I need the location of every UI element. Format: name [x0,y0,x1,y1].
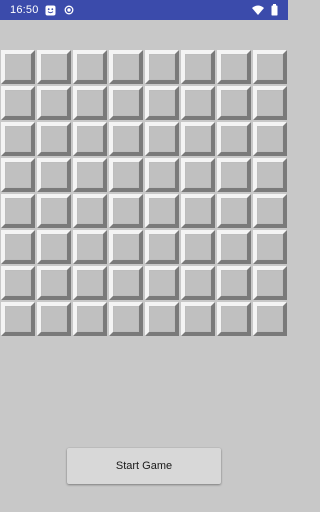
board-cell-r6-c3[interactable] [73,230,107,264]
board-cell-r2-c7[interactable] [217,86,251,120]
board-cell-r5-c7[interactable] [217,194,251,228]
board-cell-r8-c2[interactable] [37,302,71,336]
board-cell-r1-c4[interactable] [109,50,143,84]
board-cell-r3-c7[interactable] [217,122,251,156]
board-cell-r4-c8[interactable] [253,158,287,192]
board-cell-r7-c8[interactable] [253,266,287,300]
board-cell-r7-c3[interactable] [73,266,107,300]
board-cell-r5-c1[interactable] [1,194,35,228]
board-cell-r4-c1[interactable] [1,158,35,192]
board-cell-r2-c5[interactable] [145,86,179,120]
board-cell-r3-c8[interactable] [253,122,287,156]
board-cell-r1-c8[interactable] [253,50,287,84]
board-cell-r6-c8[interactable] [253,230,287,264]
board-cell-r7-c6[interactable] [181,266,215,300]
board-cell-r2-c3[interactable] [73,86,107,120]
board-cell-r4-c4[interactable] [109,158,143,192]
board-cell-r8-c1[interactable] [1,302,35,336]
board-cell-r7-c4[interactable] [109,266,143,300]
board-cell-r1-c6[interactable] [181,50,215,84]
board-cell-r4-c7[interactable] [217,158,251,192]
board-cell-r8-c4[interactable] [109,302,143,336]
board-cell-r1-c2[interactable] [37,50,71,84]
board-cell-r1-c7[interactable] [217,50,251,84]
record-dot-icon [63,4,75,16]
status-time: 16:50 [10,4,39,16]
board-cell-r1-c3[interactable] [73,50,107,84]
board-cell-r5-c8[interactable] [253,194,287,228]
board-cell-r5-c2[interactable] [37,194,71,228]
board-cell-r2-c6[interactable] [181,86,215,120]
board-cell-r2-c2[interactable] [37,86,71,120]
board-cell-r8-c7[interactable] [217,302,251,336]
board-cell-r6-c7[interactable] [217,230,251,264]
board-cell-r2-c8[interactable] [253,86,287,120]
status-left: 16:50 [10,4,75,16]
minesweeper-board [0,50,288,340]
board-cell-r1-c1[interactable] [1,50,35,84]
battery-icon [268,4,280,16]
board-cell-r4-c2[interactable] [37,158,71,192]
board-cell-r8-c3[interactable] [73,302,107,336]
board-cell-r3-c5[interactable] [145,122,179,156]
status-bar: 16:50 [0,0,288,20]
wifi-icon [252,4,264,16]
board-cell-r8-c5[interactable] [145,302,179,336]
board-cell-r6-c4[interactable] [109,230,143,264]
notification-face-icon [45,4,57,16]
board-cell-r6-c5[interactable] [145,230,179,264]
board-cell-r6-c2[interactable] [37,230,71,264]
board-cell-r3-c1[interactable] [1,122,35,156]
board-cell-r3-c2[interactable] [37,122,71,156]
board-cell-r5-c6[interactable] [181,194,215,228]
board-cell-r6-c6[interactable] [181,230,215,264]
board-cell-r8-c8[interactable] [253,302,287,336]
board-cell-r3-c3[interactable] [73,122,107,156]
board-cell-r7-c7[interactable] [217,266,251,300]
board-cell-r8-c6[interactable] [181,302,215,336]
start-game-button[interactable]: Start Game [67,448,221,484]
board-cell-r4-c3[interactable] [73,158,107,192]
board-cell-r7-c2[interactable] [37,266,71,300]
board-cell-r5-c4[interactable] [109,194,143,228]
board-cell-r5-c5[interactable] [145,194,179,228]
board-cell-r7-c5[interactable] [145,266,179,300]
board-cell-r1-c5[interactable] [145,50,179,84]
board-cell-r4-c5[interactable] [145,158,179,192]
board-cell-r4-c6[interactable] [181,158,215,192]
board-cell-r2-c1[interactable] [1,86,35,120]
status-right [252,4,280,16]
board-cell-r2-c4[interactable] [109,86,143,120]
board-cell-r3-c4[interactable] [109,122,143,156]
board-cell-r7-c1[interactable] [1,266,35,300]
board-cell-r3-c6[interactable] [181,122,215,156]
board-cell-r6-c1[interactable] [1,230,35,264]
board-cell-r5-c3[interactable] [73,194,107,228]
